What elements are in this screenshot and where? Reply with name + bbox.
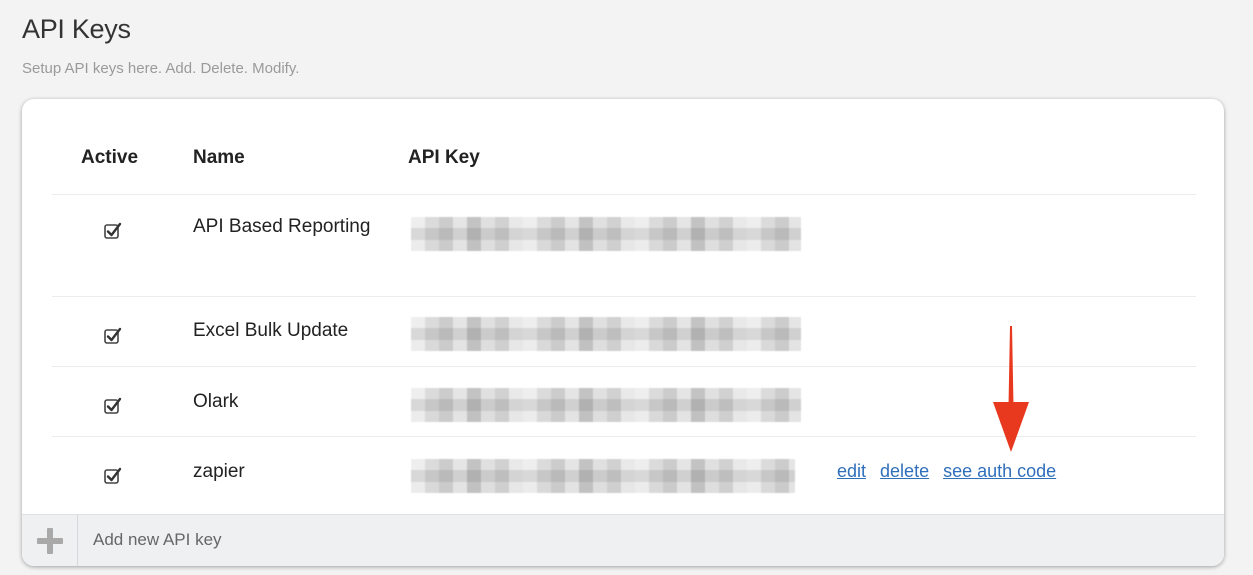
add-api-key-bar[interactable]: Add new API key [22, 514, 1224, 566]
api-keys-panel: Active Name API Key API Based Reporting … [22, 99, 1224, 566]
api-key-value [411, 388, 801, 422]
checkbox-checked-icon [104, 467, 122, 484]
column-header-name: Name [193, 147, 245, 168]
table-row: API Based Reporting [22, 195, 1224, 296]
delete-link[interactable]: delete [880, 461, 929, 481]
red-arrow-annotation [993, 326, 1029, 452]
table-row: zapier edit delete see auth code [22, 437, 1224, 511]
plus-icon[interactable] [36, 527, 64, 555]
api-key-value [411, 217, 801, 251]
api-key-value [411, 459, 795, 493]
add-new-api-key-label[interactable]: Add new API key [93, 530, 222, 550]
column-header-active: Active [81, 147, 139, 168]
checkbox-checked-icon [104, 327, 122, 344]
checkbox-checked-icon [104, 397, 122, 414]
see-auth-code-link[interactable]: see auth code [943, 461, 1056, 481]
active-checkbox[interactable] [104, 397, 122, 415]
table-row: Olark [22, 367, 1224, 436]
active-checkbox[interactable] [104, 222, 122, 240]
row-name: Olark [193, 391, 239, 412]
active-checkbox[interactable] [104, 467, 122, 485]
row-name: API Based Reporting [193, 216, 371, 237]
active-checkbox[interactable] [104, 327, 122, 345]
api-key-value [411, 317, 801, 351]
footer-divider [77, 515, 78, 566]
checkbox-checked-icon [104, 222, 122, 239]
table-row: Excel Bulk Update [22, 297, 1224, 366]
row-name: zapier [193, 461, 245, 482]
column-header-api-key: API Key [408, 147, 480, 168]
page-subtitle: Setup API keys here. Add. Delete. Modify… [22, 60, 300, 77]
row-name: Excel Bulk Update [193, 320, 349, 341]
page-title: API Keys [22, 14, 131, 44]
row-actions: edit delete see auth code [837, 461, 1070, 482]
edit-link[interactable]: edit [837, 461, 866, 481]
